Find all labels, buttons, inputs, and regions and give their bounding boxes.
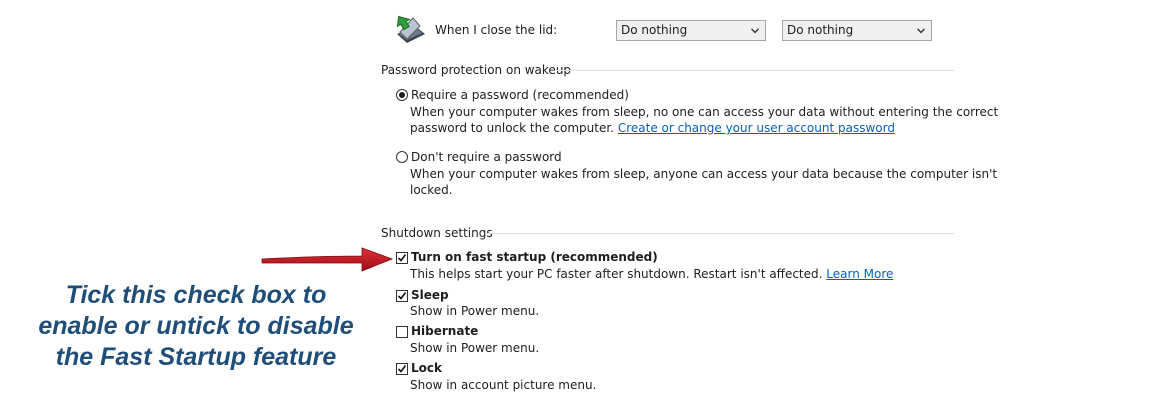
require-password-desc-line1: When your computer wakes from sleep, no …	[410, 105, 999, 119]
lid-on-battery-select[interactable]: Do nothing	[616, 20, 766, 41]
annotation-line2: enable or untick to disable	[38, 312, 354, 340]
no-password-desc-line1: When your computer wakes from sleep, any…	[410, 167, 998, 181]
no-password-label[interactable]: Don't require a password	[411, 150, 562, 164]
password-section-divider	[556, 70, 954, 71]
shutdown-section-title: Shutdown settings	[381, 226, 493, 240]
annotation-line3: the Fast Startup feature	[55, 343, 337, 371]
password-section-title: Password protection on wakeup	[381, 63, 572, 77]
check-icon	[397, 292, 407, 300]
require-password-label[interactable]: Require a password (recommended)	[411, 88, 629, 102]
no-password-radio[interactable]	[396, 151, 408, 163]
hibernate-checkbox[interactable]	[396, 326, 408, 338]
chevron-down-icon	[917, 28, 925, 34]
red-arrow-icon	[261, 247, 394, 272]
lid-plugged-in-value: Do nothing	[787, 23, 854, 37]
shutdown-section-divider	[485, 233, 954, 234]
hibernate-label[interactable]: Hibernate	[411, 324, 478, 338]
learn-more-link[interactable]: Learn More	[826, 267, 893, 281]
lid-on-battery-value: Do nothing	[621, 23, 688, 37]
check-icon	[397, 365, 407, 373]
fast-startup-label[interactable]: Turn on fast startup (recommended)	[411, 250, 658, 264]
lock-label[interactable]: Lock	[411, 361, 442, 375]
annotation-line1: Tick this check box to	[65, 281, 327, 309]
no-password-desc-line2: locked.	[410, 183, 453, 197]
require-password-desc-line2: password to unlock the computer.	[410, 121, 614, 135]
lid-plugged-in-select[interactable]: Do nothing	[782, 20, 932, 41]
check-icon	[397, 254, 407, 262]
fast-startup-description: This helps start your PC faster after sh…	[410, 267, 893, 281]
radio-selected-dot	[399, 92, 405, 98]
sleep-label[interactable]: Sleep	[411, 288, 449, 302]
require-password-radio[interactable]	[396, 89, 408, 101]
no-password-description: When your computer wakes from sleep, any…	[410, 166, 997, 198]
lid-action-label: When I close the lid:	[435, 23, 558, 37]
sleep-description: Show in Power menu.	[410, 304, 540, 318]
lock-checkbox[interactable]	[396, 363, 408, 375]
change-password-link[interactable]: Create or change your user account passw…	[618, 121, 895, 135]
fast-startup-desc-text: This helps start your PC faster after sh…	[410, 267, 823, 281]
chevron-down-icon	[751, 28, 759, 34]
sleep-checkbox[interactable]	[396, 290, 408, 302]
annotation-callout: Tick this check box to enable or untick …	[16, 280, 376, 373]
hibernate-description: Show in Power menu.	[410, 341, 540, 355]
laptop-lid-icon	[393, 12, 427, 46]
require-password-description: When your computer wakes from sleep, no …	[410, 104, 998, 136]
lock-description: Show in account picture menu.	[410, 378, 597, 392]
